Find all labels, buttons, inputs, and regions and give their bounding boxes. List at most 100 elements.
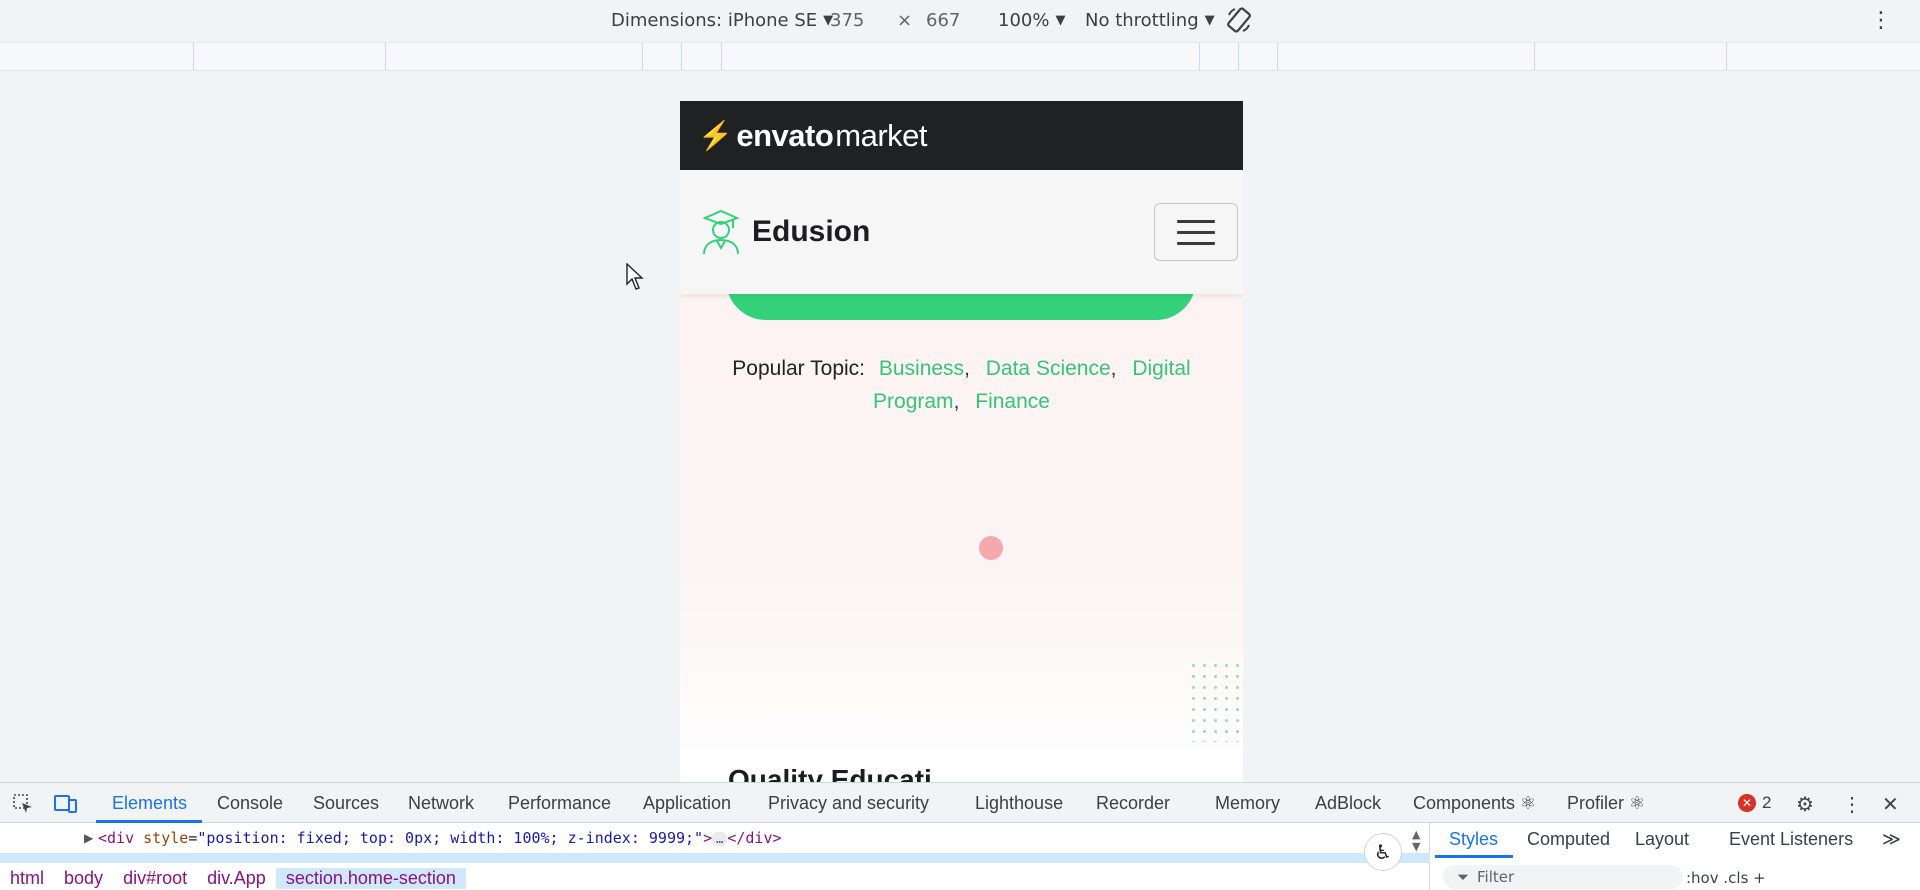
ruler-tick[interactable] [1534, 43, 1535, 71]
media-query-ruler [0, 42, 1920, 71]
envato-logo[interactable]: ⚡ envato market [698, 117, 928, 154]
tab-sources[interactable]: Sources [313, 793, 379, 814]
topic-link-data-science[interactable]: Data Science [986, 357, 1111, 380]
topic-link-finance[interactable]: Finance [975, 390, 1050, 413]
tab-event-listeners[interactable]: Event Listeners [1729, 829, 1853, 850]
dom-collapsed-ellipsis[interactable]: … [712, 832, 728, 846]
selected-dom-node[interactable] [0, 853, 1430, 863]
ruler-tick[interactable] [721, 43, 722, 71]
site-brand[interactable]: Edusion [700, 208, 870, 256]
more-options-icon[interactable]: ⋮ [1842, 792, 1862, 817]
topic-separator: , [964, 357, 970, 380]
envato-banner: ⚡ envato market [680, 101, 1243, 170]
tab-lighthouse[interactable]: Lighthouse [975, 793, 1063, 814]
dom-tag-end: </div> [727, 829, 782, 847]
error-count: 2 [1762, 793, 1772, 812]
tab-memory[interactable]: Memory [1215, 793, 1280, 814]
height-input[interactable]: 667 [926, 10, 960, 31]
tab-privacy-security[interactable]: Privacy and security [768, 793, 929, 814]
popular-topics: Popular Topic: Business, Data Science, D… [710, 352, 1213, 418]
dom-attr-name: style [143, 829, 189, 847]
elements-panel: ▶ <div style="position: fixed; top: 0px;… [0, 823, 1430, 890]
width-input[interactable]: 375 [830, 10, 864, 31]
more-options-icon[interactable]: ⋮ [1870, 8, 1892, 33]
home-section: Popular Topic: Business, Data Science, D… [680, 234, 1243, 782]
device-toggle-icon[interactable] [54, 793, 78, 815]
chevron-down-icon: ▼ [1055, 13, 1066, 28]
ruler-tick[interactable] [1199, 43, 1200, 71]
tab-application[interactable]: Application [643, 793, 731, 814]
device-toolbar: Dimensions: iPhone SE ▼ 375 × 667 100% ▼… [0, 0, 1920, 42]
scroll-arrows-icon[interactable]: ▲ ▼ [1412, 829, 1420, 853]
dom-node-line[interactable]: <div style="position: fixed; top: 0px; w… [98, 829, 782, 847]
hamburger-line [1177, 230, 1215, 234]
times-icon: × [897, 10, 913, 31]
rotate-icon [1227, 7, 1251, 33]
topic-separator: , [953, 390, 960, 413]
styles-toolbar-buttons[interactable]: :hov .cls + [1686, 869, 1766, 887]
section-heading: Quality Educati... [728, 764, 956, 782]
envato-brand-bold: envato [736, 117, 834, 153]
error-counter[interactable]: ✕ 2 [1738, 793, 1771, 813]
breadcrumb-root[interactable]: div#root [113, 868, 197, 889]
error-icon: ✕ [1738, 794, 1756, 812]
zoom-value: 100% [998, 10, 1050, 31]
expand-triangle-icon[interactable]: ▶ [84, 831, 93, 845]
tab-recorder[interactable]: Recorder [1096, 793, 1170, 814]
tab-components[interactable]: Components ⚛ [1413, 793, 1536, 814]
device-select[interactable]: Dimensions: iPhone SE ▼ [611, 10, 833, 31]
ruler-tick[interactable] [681, 43, 682, 71]
throttling-select[interactable]: No throttling ▼ [1085, 10, 1215, 31]
site-header: Edusion [680, 170, 1243, 294]
tab-adblock[interactable]: AdBlock [1315, 793, 1381, 814]
devtools-tabbar: Elements Console Sources Network Perform… [0, 783, 1920, 823]
gear-icon[interactable]: ⚙ [1796, 792, 1814, 817]
breadcrumb-home-section[interactable]: section.home-section [275, 867, 466, 889]
accessibility-icon[interactable]: ♿ [1364, 833, 1402, 871]
ruler-tick[interactable] [1277, 43, 1278, 71]
ruler-tick[interactable] [1238, 43, 1239, 71]
graduate-icon [702, 209, 740, 255]
rotate-button[interactable] [1226, 6, 1252, 34]
breadcrumb-app[interactable]: div.App [197, 868, 276, 889]
inspect-element-icon[interactable] [12, 793, 34, 815]
ruler-tick[interactable] [193, 43, 194, 71]
dom-equals: = [188, 829, 198, 847]
tab-layout[interactable]: Layout [1635, 829, 1689, 850]
more-tabs-icon[interactable]: ≫ [1882, 829, 1901, 850]
breadcrumb-html[interactable]: html [0, 868, 54, 889]
device-viewport: ⚡ envato market Edusion Popular Topic: B… [680, 101, 1243, 782]
ruler-tick[interactable] [385, 43, 386, 71]
devtools-panel: Elements Console Sources Network Perform… [0, 782, 1920, 890]
active-tab-indicator [1435, 855, 1513, 858]
decorative-dot [979, 536, 1003, 560]
topic-separator: , [1110, 357, 1117, 380]
tab-styles[interactable]: Styles [1449, 829, 1498, 850]
zoom-select[interactable]: 100% ▼ [998, 10, 1065, 31]
ruler-tick[interactable] [642, 43, 643, 71]
ruler-tick[interactable] [1726, 43, 1727, 71]
menu-toggle-button[interactable] [1154, 203, 1238, 261]
styles-filter-input[interactable]: ⏷ Filter [1443, 865, 1683, 889]
close-icon[interactable]: ✕ [1882, 792, 1899, 817]
dom-tag-open: <div [98, 829, 135, 847]
styles-sidebar: Styles Computed Layout Event Listeners ≫… [1431, 823, 1920, 890]
hamburger-line [1177, 241, 1215, 245]
breadcrumb-body[interactable]: body [54, 868, 113, 889]
tab-performance[interactable]: Performance [508, 793, 611, 814]
throttling-value: No throttling [1085, 10, 1199, 31]
styles-tabbar: Styles Computed Layout Event Listeners ≫ [1431, 823, 1920, 858]
dom-breadcrumb: html body div#root div.App section.home-… [0, 865, 1430, 890]
tab-console[interactable]: Console [217, 793, 283, 814]
topic-link-business[interactable]: Business [879, 357, 964, 380]
tab-computed[interactable]: Computed [1527, 829, 1610, 850]
hamburger-line [1177, 219, 1215, 223]
brand-name: Edusion [752, 215, 871, 248]
tab-network[interactable]: Network [408, 793, 474, 814]
mouse-cursor-icon [626, 263, 644, 290]
tab-elements[interactable]: Elements [112, 793, 187, 814]
popular-topic-label: Popular Topic: [732, 357, 865, 380]
tab-profiler[interactable]: Profiler ⚛ [1567, 793, 1645, 814]
filter-placeholder: Filter [1477, 868, 1515, 886]
device-dimensions-label: Dimensions: iPhone SE [611, 10, 818, 31]
